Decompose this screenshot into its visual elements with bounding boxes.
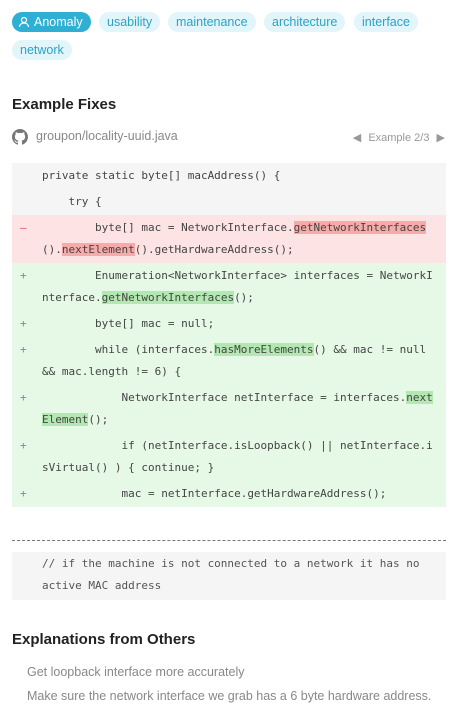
code-text: byte[] mac = null; — [42, 317, 215, 330]
example-nav: ◀ Example 2/3 ▶ — [351, 131, 447, 144]
highlighted-token: hasMoreElements — [214, 343, 314, 356]
repo-row: groupon/locality-uuid.java ◀ Example 2/3… — [12, 128, 447, 148]
code-text: NetworkInterface netInterface = interfac… — [42, 391, 407, 404]
code-text: private static byte[] macAddress() { — [42, 169, 281, 182]
code-text: (); — [234, 291, 254, 304]
code-text: if (netInterface.isLoopback() || netInte… — [42, 439, 433, 474]
code-text: try { — [42, 195, 102, 208]
tag-network[interactable]: network — [12, 40, 72, 60]
plus-marker: + — [20, 343, 27, 356]
removed-line: – byte[] mac = NetworkInterface.getNetwo… — [12, 215, 446, 263]
tag-anomaly[interactable]: Anomaly — [12, 12, 91, 32]
context-line: private static byte[] macAddress() { — [12, 163, 446, 189]
explanation-item: Get loopback interface more accurately — [27, 665, 245, 679]
plus-marker: + — [20, 269, 27, 282]
plus-marker: + — [20, 391, 27, 404]
example-fixes-heading: Example Fixes — [12, 96, 117, 113]
code-text: while (interfaces. — [42, 343, 215, 356]
person-icon — [18, 16, 30, 28]
code-text: ().getHardwareAddress(); — [134, 243, 294, 256]
code-text: (); — [88, 413, 109, 426]
plus-marker: + — [20, 439, 27, 452]
tag-usability[interactable]: usability — [99, 12, 161, 32]
tag-label: Anomaly — [34, 15, 83, 29]
explanation-item: Make sure the network interface we grab … — [27, 689, 432, 703]
code-text: (). — [42, 243, 62, 256]
repo-link[interactable]: groupon/locality-uuid.java — [36, 129, 178, 143]
context-line: try { — [12, 189, 446, 215]
added-line: + byte[] mac = null; — [12, 311, 446, 337]
example-counter: Example 2/3 — [368, 132, 430, 144]
highlighted-token: getNetworkInterfaces — [293, 221, 427, 234]
code-text: mac = netInterface.getHardwareAddress(); — [42, 487, 387, 500]
plus-marker: + — [20, 317, 27, 330]
added-line: + while (interfaces.hasMoreElements() &&… — [12, 337, 446, 385]
added-line: + Enumeration<NetworkInterface> interfac… — [12, 263, 446, 311]
minus-marker: – — [20, 221, 27, 234]
explanations-heading: Explanations from Others — [12, 631, 196, 648]
highlighted-token: getNetworkInterfaces — [101, 291, 235, 304]
plus-marker: + — [20, 487, 27, 500]
tag-interface[interactable]: interface — [354, 12, 418, 32]
github-icon — [12, 129, 28, 145]
added-line: + NetworkInterface netInterface = interf… — [12, 385, 446, 433]
tag-maintenance[interactable]: maintenance — [168, 12, 256, 32]
tag-list: Anomaly usability maintenance architectu… — [0, 0, 459, 62]
code-diff: private static byte[] macAddress() { try… — [12, 163, 446, 507]
prev-example-button[interactable]: ◀ — [353, 132, 361, 144]
added-line: + mac = netInterface.getHardwareAddress(… — [12, 481, 446, 507]
highlighted-token: nextElement — [61, 243, 135, 256]
next-example-button[interactable]: ▶ — [437, 132, 445, 144]
added-line: + if (netInterface.isLoopback() || netIn… — [12, 433, 446, 481]
tag-architecture[interactable]: architecture — [264, 12, 346, 32]
divider — [12, 540, 446, 541]
code-text: byte[] mac = NetworkInterface. — [42, 221, 294, 234]
code-comment: // if the machine is not connected to a … — [12, 552, 446, 600]
